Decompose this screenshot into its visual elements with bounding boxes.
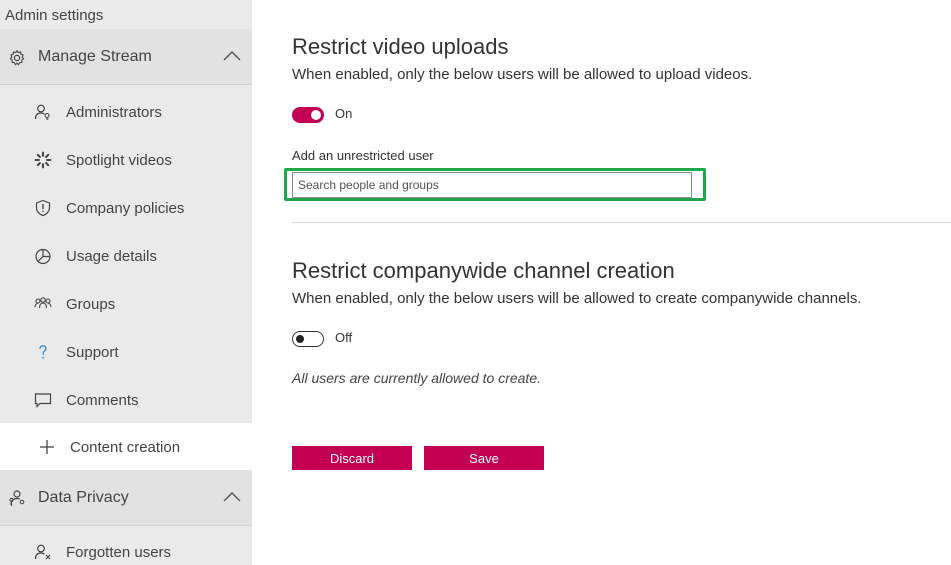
sidebar-item-label: Company policies	[66, 199, 185, 217]
sidebar-item-label: Groups	[66, 295, 116, 313]
sidebar-item-label: Administrators	[66, 103, 162, 121]
chevron-up-icon[interactable]	[222, 490, 242, 504]
sidebar-item-groups[interactable]: Groups	[0, 280, 252, 328]
sidebar-item-administrators[interactable]: Administrators	[0, 88, 252, 136]
channels-toggle[interactable]	[292, 331, 324, 347]
sidebar-item-forgotten-users[interactable]: Forgotten users	[0, 528, 252, 565]
sidebar-item-label: Usage details	[66, 247, 157, 265]
channels-note: All users are currently allowed to creat…	[292, 370, 541, 386]
sidebar-item-label: Content creation	[70, 438, 181, 456]
sidebar-item-comments[interactable]: Comments	[0, 376, 252, 424]
sidebar-item-company-policies[interactable]: Company policies	[0, 184, 252, 232]
search-people-input[interactable]	[292, 172, 692, 198]
uploads-toggle[interactable]	[292, 107, 324, 123]
sidebar-item-usage-details[interactable]: Usage details	[0, 232, 252, 280]
shield-icon	[35, 199, 51, 217]
gear-icon	[9, 49, 25, 66]
main-content: Restrict video uploads When enabled, onl…	[252, 0, 951, 565]
person-remove-icon	[34, 544, 51, 560]
sidebar-item-content-creation[interactable]: Content creation	[0, 423, 252, 471]
uploads-toggle-label: On	[335, 106, 353, 121]
section-divider	[292, 222, 951, 223]
question-icon	[39, 345, 47, 359]
section-manage-stream[interactable]: Manage Stream	[0, 29, 252, 85]
channels-description: When enabled, only the below users will …	[292, 290, 862, 307]
person-key-icon	[34, 104, 50, 120]
sidebar-item-label: Support	[66, 343, 119, 361]
people-key-icon	[9, 490, 25, 506]
comment-icon	[34, 393, 52, 408]
channels-toggle-label: Off	[335, 330, 353, 345]
spotlight-icon	[34, 151, 52, 169]
sidebar-item-label: Spotlight videos	[66, 151, 172, 169]
pie-chart-icon	[35, 248, 51, 265]
section-label: Data Privacy	[38, 488, 129, 506]
save-button[interactable]: Save	[424, 446, 544, 470]
groups-icon	[34, 297, 52, 309]
sidebar: Admin settings Manage Stream Administrat…	[0, 0, 252, 565]
section-data-privacy[interactable]: Data Privacy	[0, 470, 252, 526]
channels-title: Restrict companywide channel creation	[292, 258, 675, 283]
toggle-knob	[296, 334, 304, 343]
plus-icon	[40, 440, 54, 454]
toggle-knob	[311, 110, 321, 120]
sidebar-item-label: Comments	[66, 391, 139, 409]
discard-button[interactable]: Discard	[292, 446, 412, 470]
sidebar-item-support[interactable]: Support	[0, 328, 252, 376]
unrestricted-user-label: Add an unrestricted user	[292, 148, 434, 163]
uploads-description: When enabled, only the below users will …	[292, 66, 753, 83]
chevron-up-icon[interactable]	[222, 49, 242, 63]
sidebar-title: Admin settings	[5, 7, 104, 24]
sidebar-item-label: Forgotten users	[66, 543, 172, 561]
section-label: Manage Stream	[38, 47, 152, 65]
uploads-title: Restrict video uploads	[292, 34, 509, 59]
sidebar-item-spotlight-videos[interactable]: Spotlight videos	[0, 136, 252, 184]
